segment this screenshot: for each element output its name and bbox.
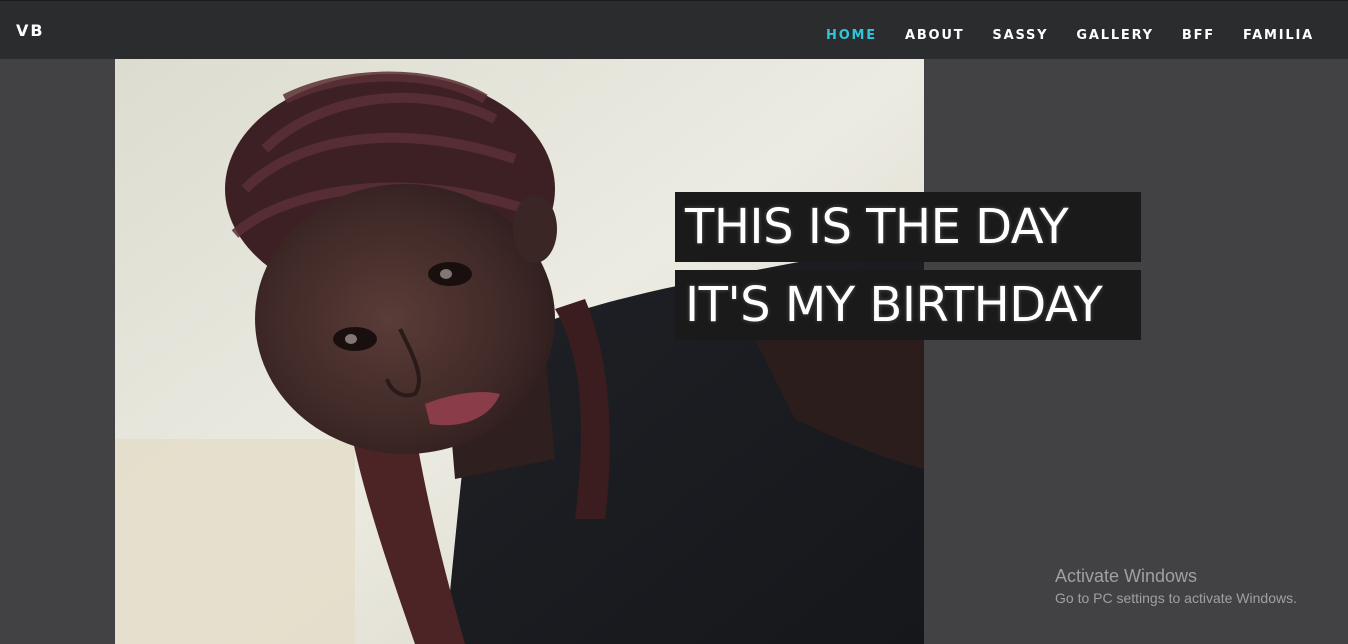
portrait-illustration — [115, 59, 924, 644]
activate-windows-watermark: Activate Windows Go to PC settings to ac… — [1055, 566, 1297, 610]
nav-item-familia[interactable]: FAMILIA — [1229, 28, 1328, 43]
nav-item-gallery[interactable]: GALLERY — [1062, 28, 1168, 43]
hero-photo — [115, 59, 924, 644]
watermark-subtitle: Go to PC settings to activate Windows. — [1055, 590, 1297, 606]
nav-item-about[interactable]: ABOUT — [891, 28, 978, 43]
hero-caption-line-1: THIS IS THE DAY — [675, 192, 1141, 262]
brand-logo[interactable]: VB — [16, 21, 45, 40]
watermark-title: Activate Windows — [1055, 566, 1198, 586]
nav-item-sassy[interactable]: SASSY — [978, 28, 1062, 43]
nav-item-bff[interactable]: BFF — [1168, 28, 1229, 43]
nav-item-home[interactable]: HOME — [812, 28, 891, 43]
navbar: VB HOME ABOUT SASSY GALLERY BFF FAMILIA — [0, 0, 1348, 59]
hero-caption-line-2: IT'S MY BIRTHDAY — [675, 270, 1141, 340]
nav-menu: HOME ABOUT SASSY GALLERY BFF FAMILIA — [812, 24, 1328, 43]
